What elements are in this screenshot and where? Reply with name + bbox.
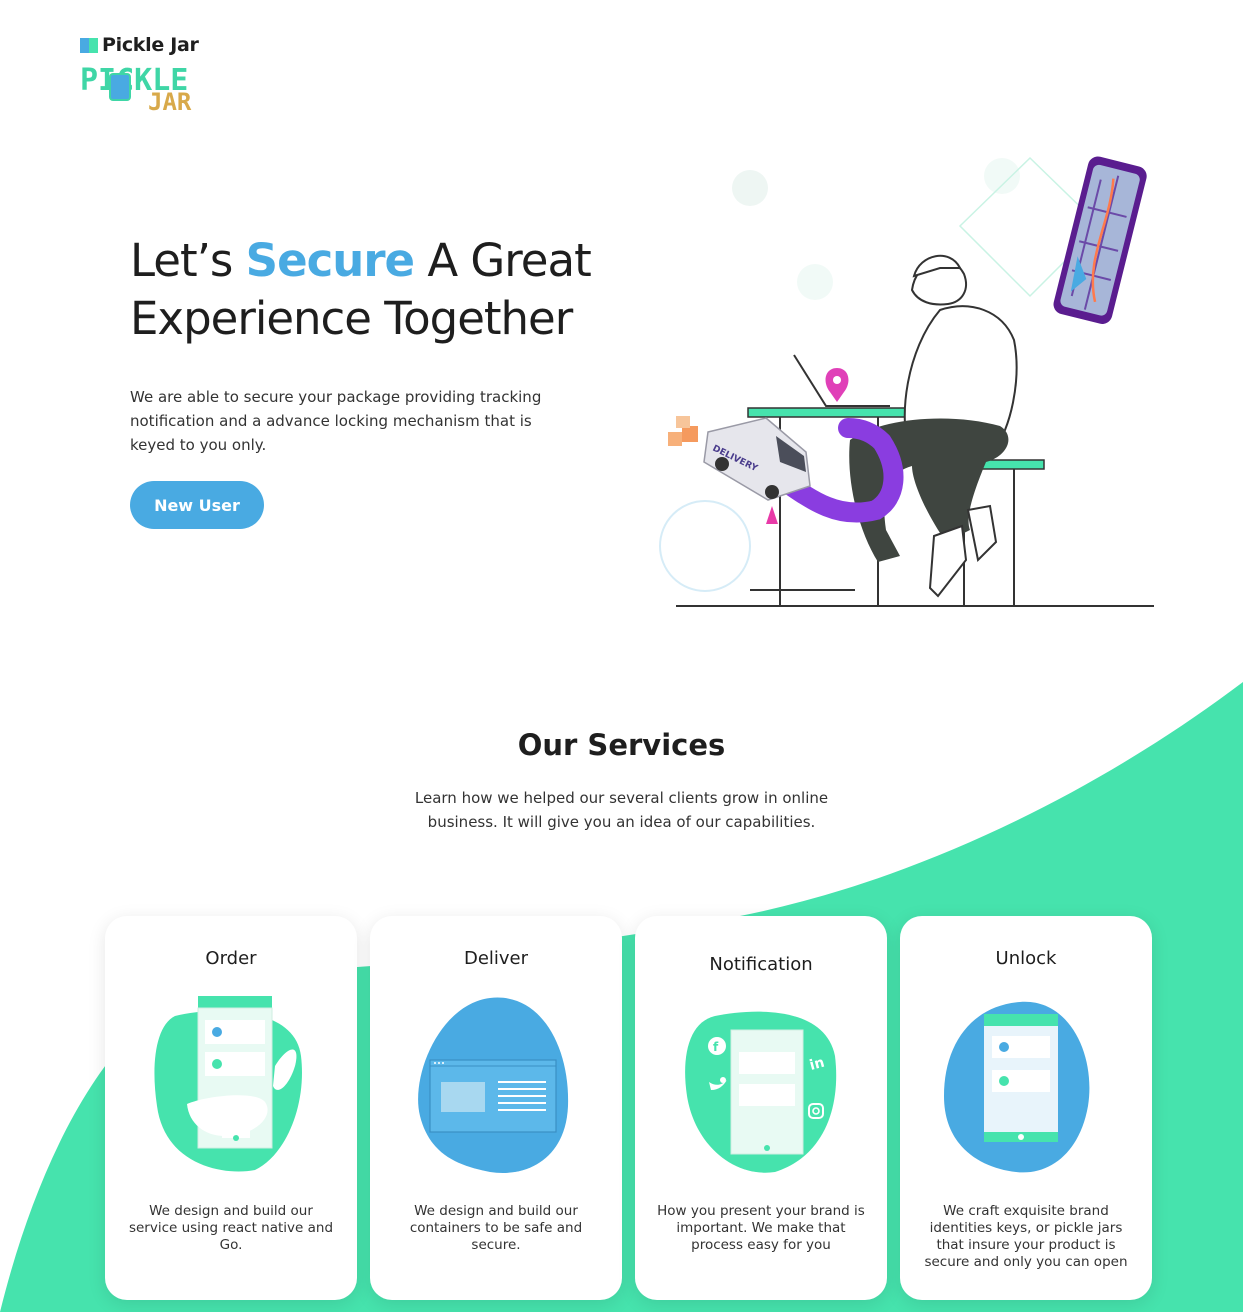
hero-title: Let’s Secure A Great Experience Together bbox=[130, 232, 592, 348]
hand-holding-phone-icon bbox=[154, 996, 302, 1172]
logo-text-bottom: JAR bbox=[148, 88, 192, 116]
hero-title-line2: Experience Together bbox=[130, 292, 573, 345]
delivery-van-icon: DELIVERY bbox=[703, 417, 811, 501]
pickle-jar-logo[interactable]: PICKLE JAR bbox=[78, 60, 223, 116]
service-card-order[interactable]: Order We design and build our service us… bbox=[105, 916, 357, 1300]
hero-title-accent: Secure bbox=[245, 234, 415, 287]
service-card-deliver[interactable]: Deliver We design and build our containe… bbox=[370, 916, 622, 1300]
location-pin-icon bbox=[825, 368, 849, 402]
service-card-unlock[interactable]: Unlock We craft exquisite brand identiti… bbox=[900, 916, 1152, 1300]
services-title: Our Services bbox=[517, 728, 726, 762]
decor-circle bbox=[732, 170, 768, 206]
decor-circle bbox=[797, 264, 833, 300]
service-card-notification[interactable]: Notification f in How you present your b… bbox=[635, 916, 887, 1300]
card-title: Order bbox=[205, 948, 257, 969]
facebook-icon: f bbox=[708, 1037, 726, 1055]
hero-title-after: A Great bbox=[414, 234, 591, 287]
card-text: How you present your brand is important.… bbox=[657, 1203, 865, 1253]
card-text: We design and build our service using re… bbox=[128, 1203, 334, 1253]
hero-illustration: DELIVERY bbox=[659, 156, 1154, 607]
hero-description: We are able to secure your package provi… bbox=[130, 388, 542, 454]
jar-icon bbox=[109, 73, 131, 101]
decor-ring bbox=[659, 500, 751, 592]
card-text: We craft exquisite brand identities keys… bbox=[924, 1203, 1128, 1270]
traffic-cone-icon bbox=[766, 506, 778, 524]
phone-social-icons-icon: f in bbox=[685, 1011, 837, 1173]
card-text: We design and build our containers to be… bbox=[409, 1203, 583, 1253]
brand-header[interactable]: Pickle Jar bbox=[80, 34, 199, 56]
card-title: Unlock bbox=[995, 948, 1057, 969]
brand-logo-icon bbox=[80, 37, 98, 53]
svg-text:f: f bbox=[713, 1040, 719, 1054]
browser-window-icon bbox=[418, 997, 569, 1173]
phone-map-icon bbox=[1053, 156, 1147, 324]
card-title: Notification bbox=[709, 954, 813, 975]
brand-name: Pickle Jar bbox=[102, 34, 199, 56]
card-title: Deliver bbox=[463, 948, 529, 969]
decor-circle bbox=[984, 158, 1020, 194]
phone-checklist-icon bbox=[944, 1001, 1090, 1173]
package-boxes-icon bbox=[668, 416, 698, 446]
new-user-button[interactable]: New User bbox=[130, 481, 264, 529]
services-description: Learn how we helped our several clients … bbox=[414, 789, 829, 831]
hero-title-before: Let’s bbox=[130, 234, 246, 287]
